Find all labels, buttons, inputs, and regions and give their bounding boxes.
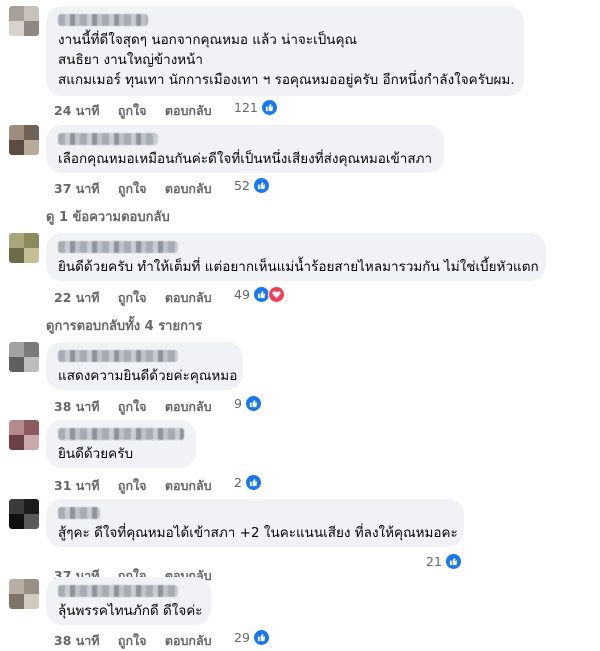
reply-button[interactable]: ตอบกลับ: [165, 103, 212, 118]
comment-text-line: เลือกคุณหมอเหมือนกันค่ะดีใจที่เป็นหนึ่งเ…: [58, 151, 433, 167]
reaction-count: 29: [234, 630, 250, 645]
comment-text-line: ยินดีด้วยครับ ทำให้เต็มที่ แต่อยากเห็นแม…: [58, 259, 539, 275]
timestamp[interactable]: 22 นาที: [54, 290, 100, 305]
author-name-blurred[interactable]: [58, 241, 178, 253]
avatar[interactable]: [9, 579, 39, 609]
avatar[interactable]: [9, 125, 39, 155]
comment-actions: 24 นาที ถูกใจ ตอบกลับ: [54, 101, 226, 121]
comment-bubble: ยินดีด้วยครับ: [46, 420, 196, 468]
comment-actions: 38 นาที ถูกใจ ตอบกลับ: [54, 631, 226, 651]
reply-button[interactable]: ตอบกลับ: [165, 290, 212, 305]
comment-bubble: ยินดีด้วยครับ ทำให้เต็มที่ แต่อยากเห็นแม…: [46, 233, 546, 281]
reply-button[interactable]: ตอบกลับ: [165, 181, 212, 196]
thumbs-up-icon: [260, 99, 278, 116]
reply-button[interactable]: ตอบกลับ: [165, 478, 212, 493]
like-button[interactable]: ถูกใจ: [118, 478, 147, 493]
author-name-blurred[interactable]: [58, 507, 100, 519]
timestamp[interactable]: 31 นาที: [54, 478, 100, 493]
comment-bubble: สู้ๆคะ ดีใจที่คุณหมอได้เข้าสภา +2 ในคะแน…: [46, 499, 464, 547]
avatar[interactable]: [9, 499, 39, 529]
like-button[interactable]: ถูกใจ: [118, 399, 147, 414]
comment-actions: 38 นาที ถูกใจ ตอบกลับ: [54, 397, 226, 417]
author-name-blurred[interactable]: [58, 585, 178, 597]
avatar[interactable]: [9, 420, 39, 450]
comment-text-line: สนธิยา งานใหญ่ข้างหน้า: [58, 52, 203, 68]
thumbs-up-icon: [244, 395, 262, 412]
reaction-count: 49: [234, 287, 250, 302]
thumbs-up-icon: [244, 474, 262, 491]
reaction-count: 9: [234, 396, 242, 411]
reaction-count: 121: [234, 100, 258, 115]
reaction-count: 2: [234, 475, 242, 490]
comment-bubble: เลือกคุณหมอเหมือนกันค่ะดีใจที่เป็นหนึ่งเ…: [46, 125, 444, 173]
avatar[interactable]: [9, 6, 39, 36]
thumbs-up-icon: [252, 177, 270, 194]
reaction-summary[interactable]: 49: [234, 286, 285, 303]
author-name-blurred[interactable]: [58, 428, 184, 440]
avatar[interactable]: [9, 233, 39, 263]
comment-actions: 22 นาที ถูกใจ ตอบกลับ: [54, 288, 226, 308]
comment-text-line: แสดงความยินดีด้วยค่ะคุณหมอ: [58, 368, 238, 384]
author-name-blurred[interactable]: [58, 133, 158, 145]
comment-actions: 37 นาที ถูกใจ ตอบกลับ: [54, 179, 226, 199]
reaction-count: 52: [234, 178, 250, 193]
timestamp[interactable]: 24 นาที: [54, 103, 100, 118]
comment-text-line: งานนี้ที่ดีใจสุดๆ นอกจากคุณหมอ แล้ว น่าจ…: [58, 32, 358, 48]
comment-text-line: สู้ๆคะ ดีใจที่คุณหมอได้เข้าสภา +2 ในคะแน…: [58, 525, 458, 541]
thumbs-up-icon: [252, 629, 270, 646]
timestamp[interactable]: 38 นาที: [54, 399, 100, 414]
comment-bubble: งานนี้ที่ดีใจสุดๆ นอกจากคุณหมอ แล้ว น่าจ…: [46, 6, 524, 96]
author-name-blurred[interactable]: [58, 350, 178, 362]
reaction-summary[interactable]: 29: [234, 629, 270, 646]
heart-icon: [267, 286, 285, 303]
reaction-summary[interactable]: 9: [234, 395, 262, 412]
comment-bubble: แสดงความยินดีด้วยค่ะคุณหมอ: [46, 342, 243, 390]
reaction-summary[interactable]: 2: [234, 474, 262, 491]
like-button[interactable]: ถูกใจ: [118, 181, 147, 196]
comment-text-line: ยินดีด้วยครับ: [58, 446, 134, 462]
avatar[interactable]: [9, 342, 39, 372]
reaction-count: 21: [426, 554, 442, 569]
like-button[interactable]: ถูกใจ: [118, 290, 147, 305]
like-button[interactable]: ถูกใจ: [118, 103, 147, 118]
thumbs-up-icon: [444, 553, 462, 570]
reaction-summary[interactable]: 52: [234, 177, 270, 194]
reaction-summary[interactable]: 21: [426, 553, 462, 570]
comment-text-line: ลุ้นพรรคไทนภักดี ดีใจค่ะ: [58, 603, 203, 619]
reply-button[interactable]: ตอบกลับ: [165, 399, 212, 414]
comment-actions: 31 นาที ถูกใจ ตอบกลับ: [54, 476, 226, 496]
comment-text-line: สแกมเมอร์ ทุนเทา นักการเมืองเทา ฯ รอคุณห…: [58, 72, 515, 88]
view-replies-link[interactable]: ดู 1 ข้อความตอบกลับ: [46, 206, 170, 227]
view-replies-link[interactable]: ดูการตอบกลับทั้ง 4 รายการ: [46, 315, 202, 336]
reaction-summary[interactable]: 121: [234, 99, 278, 116]
timestamp[interactable]: 37 นาที: [54, 181, 100, 196]
author-name-blurred[interactable]: [58, 14, 148, 26]
comment-bubble: ลุ้นพรรคไทนภักดี ดีใจค่ะ: [46, 577, 211, 625]
